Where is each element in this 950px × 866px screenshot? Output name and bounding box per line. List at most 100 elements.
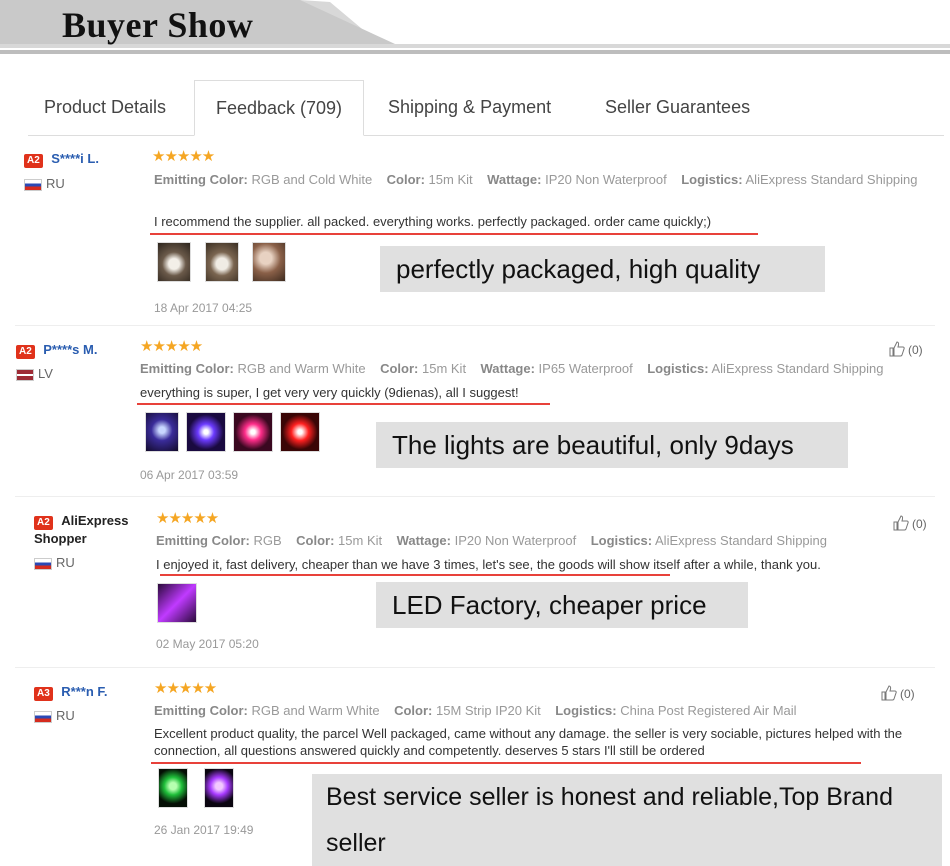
attr-value: RGB [253, 533, 282, 548]
country-code: RU [46, 176, 65, 191]
review-date: 18 Apr 2017 04:25 [154, 301, 253, 315]
attr-label: Wattage: [480, 361, 535, 376]
review-photo-thumbnail[interactable] [252, 242, 286, 282]
attr-label: Emitting Color: [154, 172, 248, 187]
attr-value: 15m Kit [428, 172, 473, 187]
review-photo-thumbnail[interactable] [280, 412, 320, 452]
attr-value: AliExpress Standard Shipping [745, 172, 918, 187]
like-count: (0) [900, 687, 915, 701]
attr-value: RGB and Warm White [251, 703, 380, 718]
review-photo-thumbnail[interactable] [158, 768, 188, 808]
helpful-like-button[interactable]: (0) [881, 685, 915, 701]
attr-value: RGB and Warm White [237, 361, 366, 376]
buyer-level-badge: A3 [34, 687, 53, 701]
buyer-name[interactable]: S****i L. [51, 151, 99, 166]
country-code: RU [56, 708, 75, 723]
attr-label: Logistics: [647, 361, 709, 376]
review-4-user: A3 R***n F. [34, 683, 107, 701]
buyer-name[interactable]: P****s M. [43, 342, 97, 357]
star-rating: ★★★★★ [154, 680, 217, 697]
country-flag-icon [16, 368, 34, 381]
attr-value: IP20 Non Waterproof [454, 533, 577, 548]
review-photo-thumbnail[interactable] [157, 242, 191, 282]
helpful-like-button[interactable]: (0) [893, 515, 927, 531]
attr-label: Emitting Color: [156, 533, 250, 548]
country-flag-icon [24, 178, 42, 191]
attr-value: AliExpress Standard Shipping [711, 361, 884, 376]
attr-label: Color: [386, 172, 425, 187]
tab-seller-guarantees[interactable]: Seller Guarantees [589, 80, 766, 136]
review-3-country: RU [34, 555, 75, 570]
review-photo-thumbnail[interactable] [145, 412, 179, 452]
review-4-attributes: Emitting Color: RGB and Warm White Color… [154, 702, 924, 720]
attr-label: Logistics: [555, 703, 617, 718]
review-date: 06 Apr 2017 03:59 [140, 468, 239, 482]
highlight-underline [150, 233, 758, 235]
review-1-comment: I recommend the supplier. all packed. ev… [154, 214, 712, 229]
buyer-level-badge: A2 [16, 345, 35, 359]
like-count: (0) [912, 517, 927, 531]
promo-callout: The lights are beautiful, only 9days [376, 422, 848, 468]
page-title: Buyer Show [62, 5, 254, 45]
attr-label: Logistics: [681, 172, 743, 187]
buyer-level-badge: A2 [24, 154, 43, 168]
review-1-attributes: Emitting Color: RGB and Cold White Color… [154, 171, 939, 189]
review-divider [15, 667, 935, 668]
review-divider [15, 325, 935, 326]
buyer-name[interactable]: R***n F. [61, 684, 107, 699]
star-rating: ★★★★★ [140, 338, 203, 355]
review-2-attributes: Emitting Color: RGB and Warm White Color… [140, 360, 940, 378]
tab-feedback[interactable]: Feedback (709) [194, 80, 364, 136]
country-flag-icon [34, 557, 52, 570]
review-2-user: A2 P****s M. [16, 341, 97, 359]
attr-value: IP65 Waterproof [538, 361, 633, 376]
attr-value: China Post Registered Air Mail [620, 703, 797, 718]
buyer-level-badge: A2 [34, 516, 53, 530]
review-2-comment: everything is super, I get very very qui… [140, 385, 519, 400]
review-divider [15, 496, 935, 497]
review-3-comment: I enjoyed it, fast delivery, cheaper tha… [156, 557, 821, 572]
attr-label: Color: [380, 361, 419, 376]
attr-value: 15M Strip IP20 Kit [435, 703, 541, 718]
like-count: (0) [908, 343, 923, 357]
attr-value: 15m Kit [421, 361, 467, 376]
review-photo-thumbnail[interactable] [157, 583, 197, 623]
highlight-underline [160, 574, 670, 576]
country-code: LV [38, 366, 53, 381]
review-4-country: RU [34, 708, 75, 723]
star-rating: ★★★★★ [152, 148, 215, 165]
tab-product-details[interactable]: Product Details [28, 80, 182, 136]
highlight-underline [137, 403, 550, 405]
attr-label: Logistics: [590, 533, 653, 548]
review-1-user: A2 S****i L. [24, 150, 99, 168]
country-code: RU [56, 555, 75, 570]
thumbs-up-icon [881, 685, 897, 701]
attr-value: IP20 Non Waterproof [545, 172, 667, 187]
review-photo-thumbnail[interactable] [204, 768, 234, 808]
review-date: 02 May 2017 05:20 [156, 637, 259, 651]
attr-label: Emitting Color: [140, 361, 234, 376]
review-4-comment: Excellent product quality, the parcel We… [154, 726, 903, 758]
attr-label: Color: [394, 703, 433, 718]
tab-shipping-payment[interactable]: Shipping & Payment [372, 80, 567, 136]
attr-label: Emitting Color: [154, 703, 248, 718]
review-1-country: RU [24, 176, 65, 191]
attr-value: AliExpress Standard Shipping [655, 533, 828, 548]
attr-label: Wattage: [396, 533, 451, 548]
attr-value: RGB and Cold White [251, 172, 373, 187]
review-3-attributes: Emitting Color: RGB Color: 15m Kit Watta… [156, 532, 926, 550]
attr-label: Color: [296, 533, 335, 548]
attr-label: Wattage: [487, 172, 542, 187]
promo-callout: perfectly packaged, high quality [380, 246, 825, 292]
promo-callout: Best service seller is honest and reliab… [312, 774, 942, 866]
review-photo-thumbnail[interactable] [233, 412, 273, 452]
promo-callout: LED Factory, cheaper price [376, 582, 748, 628]
thumbs-up-icon [889, 341, 905, 357]
helpful-like-button[interactable]: (0) [889, 341, 923, 357]
attr-value: 15m Kit [338, 533, 383, 548]
review-photo-thumbnail[interactable] [186, 412, 226, 452]
review-photo-thumbnail[interactable] [205, 242, 239, 282]
country-flag-icon [34, 710, 52, 723]
review-3-user: A2 AliExpress Shopper [34, 512, 144, 547]
thumbs-up-icon [893, 515, 909, 531]
